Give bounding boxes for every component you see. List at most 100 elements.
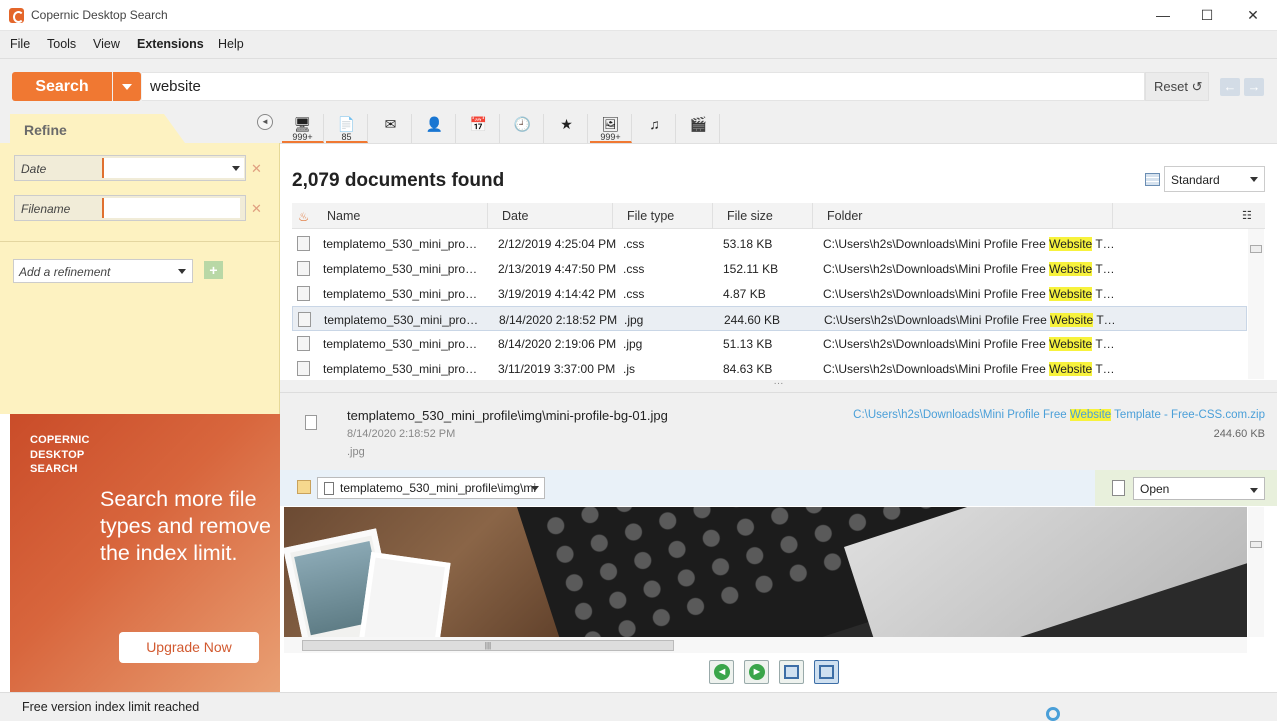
preview-file-select[interactable]: templatemo_530_mini_profile\img\mi — [317, 477, 545, 499]
menu-help[interactable]: Help — [218, 37, 244, 51]
preview-image-photo — [357, 551, 451, 637]
column-date[interactable]: Date — [502, 209, 528, 223]
table-row[interactable]: templatemo_530_mini_pro… 2/12/2019 4:25:0… — [292, 231, 1247, 256]
add-refinement-select[interactable]: Add a refinement — [13, 259, 193, 283]
open-file-icon — [1112, 480, 1125, 496]
collapse-panel-icon[interactable]: ◄ — [257, 114, 273, 130]
path-part[interactable]: C:\Users\h2s\Downloads\Mini Profile Free — [853, 409, 1070, 421]
row-file-type: .css — [623, 262, 645, 276]
tab-history[interactable]: 🕘 — [502, 114, 544, 143]
date-filter[interactable]: Date — [14, 155, 246, 181]
folder-tree-icon[interactable] — [297, 480, 311, 494]
tab-email[interactable]: ✉ — [370, 114, 412, 143]
menu-view[interactable]: View — [93, 37, 120, 51]
back-arrow-icon[interactable]: ← — [1220, 78, 1240, 96]
previous-result-button[interactable]: ◄ — [709, 660, 734, 684]
tab-contact[interactable]: 👤 — [414, 114, 456, 143]
search-button[interactable]: Search — [12, 72, 112, 101]
table-row[interactable]: templatemo_530_mini_pro… 8/14/2020 2:19:0… — [292, 331, 1247, 356]
tab-computer[interactable]: 🖥 999+ — [282, 114, 324, 143]
path-highlight[interactable]: Website — [1069, 409, 1112, 421]
fit-to-window-button[interactable] — [779, 660, 804, 684]
folder-part: C:\Users\h2s\Downloads\Mini Profile Free — [823, 337, 1050, 351]
scrollbar-thumb[interactable] — [1250, 245, 1262, 253]
table-row[interactable]: templatemo_530_mini_pro… 3/11/2019 3:37:0… — [292, 356, 1247, 381]
menu-file[interactable]: File — [10, 37, 30, 51]
table-row[interactable]: templatemo_530_mini_pro… 2/13/2019 4:47:5… — [292, 256, 1247, 281]
busy-cursor-icon — [1046, 707, 1060, 721]
preview-image-laptop-body — [844, 507, 1247, 637]
filename-filter[interactable]: Filename — [14, 195, 246, 221]
remove-date-filter-icon[interactable]: ✕ — [251, 161, 262, 177]
next-result-button[interactable]: ► — [744, 660, 769, 684]
relevance-flame-icon[interactable]: ♨ — [298, 209, 309, 224]
document-icon — [324, 482, 334, 495]
maximize-button[interactable]: ☐ — [1184, 0, 1230, 31]
folder-part: C:\Users\h2s\Downloads\Mini Profile Free — [823, 287, 1050, 301]
chevron-down-icon[interactable] — [232, 166, 240, 171]
search-input[interactable] — [142, 72, 1145, 101]
path-part[interactable]: Template - Free-CSS.com.zip — [1111, 409, 1265, 421]
column-separator — [712, 203, 713, 229]
window-title: Copernic Desktop Search — [31, 8, 168, 22]
folder-part: T… — [1092, 237, 1115, 251]
actual-size-button[interactable] — [814, 660, 839, 684]
tab-calendar[interactable]: 📅 — [458, 114, 500, 143]
tab-picture[interactable]: 🖼 999+ — [590, 114, 632, 143]
scrollbar-thumb[interactable] — [1250, 541, 1262, 548]
promo-heading: Search more file types and remove the in… — [100, 487, 271, 565]
reset-button[interactable]: Reset ↺ — [1145, 72, 1209, 101]
date-filter-input[interactable] — [102, 158, 244, 178]
add-refinement-label: Add a refinement — [19, 265, 111, 279]
image-preview — [284, 507, 1247, 637]
preview-date: 8/14/2020 2:18:52 PM — [347, 428, 456, 440]
title-bar: Copernic Desktop Search — ☐ ✕ — [0, 0, 1277, 31]
column-file-size[interactable]: File size — [727, 209, 773, 223]
filename-filter-input[interactable] — [102, 198, 240, 218]
minimize-button[interactable]: — — [1140, 0, 1186, 31]
table-row[interactable]: templatemo_530_mini_pro… 3/19/2019 4:14:4… — [292, 281, 1247, 306]
open-with-select[interactable]: Open — [1133, 477, 1265, 500]
add-refinement-button[interactable]: + — [204, 261, 223, 279]
column-folder[interactable]: Folder — [827, 209, 862, 223]
computer-icon: 🖥 — [293, 116, 312, 132]
promo-logo-line: SEARCH — [30, 463, 78, 475]
table-row[interactable]: templatemo_530_mini_pro… 8/14/2020 2:18:5… — [292, 306, 1247, 331]
scrollbar-thumb[interactable]: ||| — [302, 640, 674, 651]
preview-path-link[interactable]: C:\Users\h2s\Downloads\Mini Profile Free… — [853, 409, 1265, 421]
results-scrollbar[interactable] — [1248, 229, 1264, 379]
tab-document[interactable]: 📄 85 — [326, 114, 368, 143]
forward-arrow-icon[interactable]: → — [1244, 78, 1264, 96]
favorites-icon: ★ — [560, 116, 573, 132]
preview-horizontal-scrollbar[interactable]: ||| — [284, 637, 1247, 653]
results-table: ♨ Name Date File type File size Folder ☷… — [292, 203, 1265, 380]
column-name[interactable]: Name — [327, 209, 360, 223]
menu-extensions[interactable]: Extensions — [137, 37, 204, 51]
upgrade-now-button[interactable]: Upgrade Now — [119, 632, 259, 663]
tab-music[interactable]: ♫ — [634, 114, 676, 143]
close-button[interactable]: ✕ — [1230, 0, 1276, 31]
tab-favorites[interactable]: ★ — [546, 114, 588, 143]
search-options-dropdown[interactable] — [113, 72, 141, 101]
folder-highlight: Website — [1049, 287, 1093, 301]
row-date: 3/11/2019 3:37:00 PM — [498, 362, 616, 376]
pane-splitter[interactable]: ··· — [280, 379, 1277, 392]
preview-vertical-scrollbar[interactable] — [1248, 507, 1264, 637]
jpg-file-icon — [305, 415, 317, 430]
remove-filename-filter-icon[interactable]: ✕ — [251, 201, 262, 217]
menu-tools[interactable]: Tools — [47, 37, 76, 51]
tab-video[interactable]: 🎬 — [678, 114, 720, 143]
chevron-down-icon — [1250, 177, 1258, 182]
row-file-type: .jpg — [623, 337, 643, 351]
column-file-type[interactable]: File type — [627, 209, 674, 223]
refine-title: Refine — [24, 122, 67, 138]
contact-icon: 👤 — [425, 116, 444, 132]
filename-filter-label: Filename — [21, 202, 71, 216]
view-mode-select[interactable]: Standard — [1164, 166, 1265, 192]
tab-count: 85 — [341, 132, 352, 142]
folder-highlight: Website — [1049, 362, 1093, 376]
column-chooser-icon[interactable]: ☷ — [1242, 209, 1252, 222]
fit-icon — [784, 665, 799, 679]
promo-logo-line: DESKTOP — [30, 448, 85, 461]
row-file-type: .css — [623, 237, 645, 251]
